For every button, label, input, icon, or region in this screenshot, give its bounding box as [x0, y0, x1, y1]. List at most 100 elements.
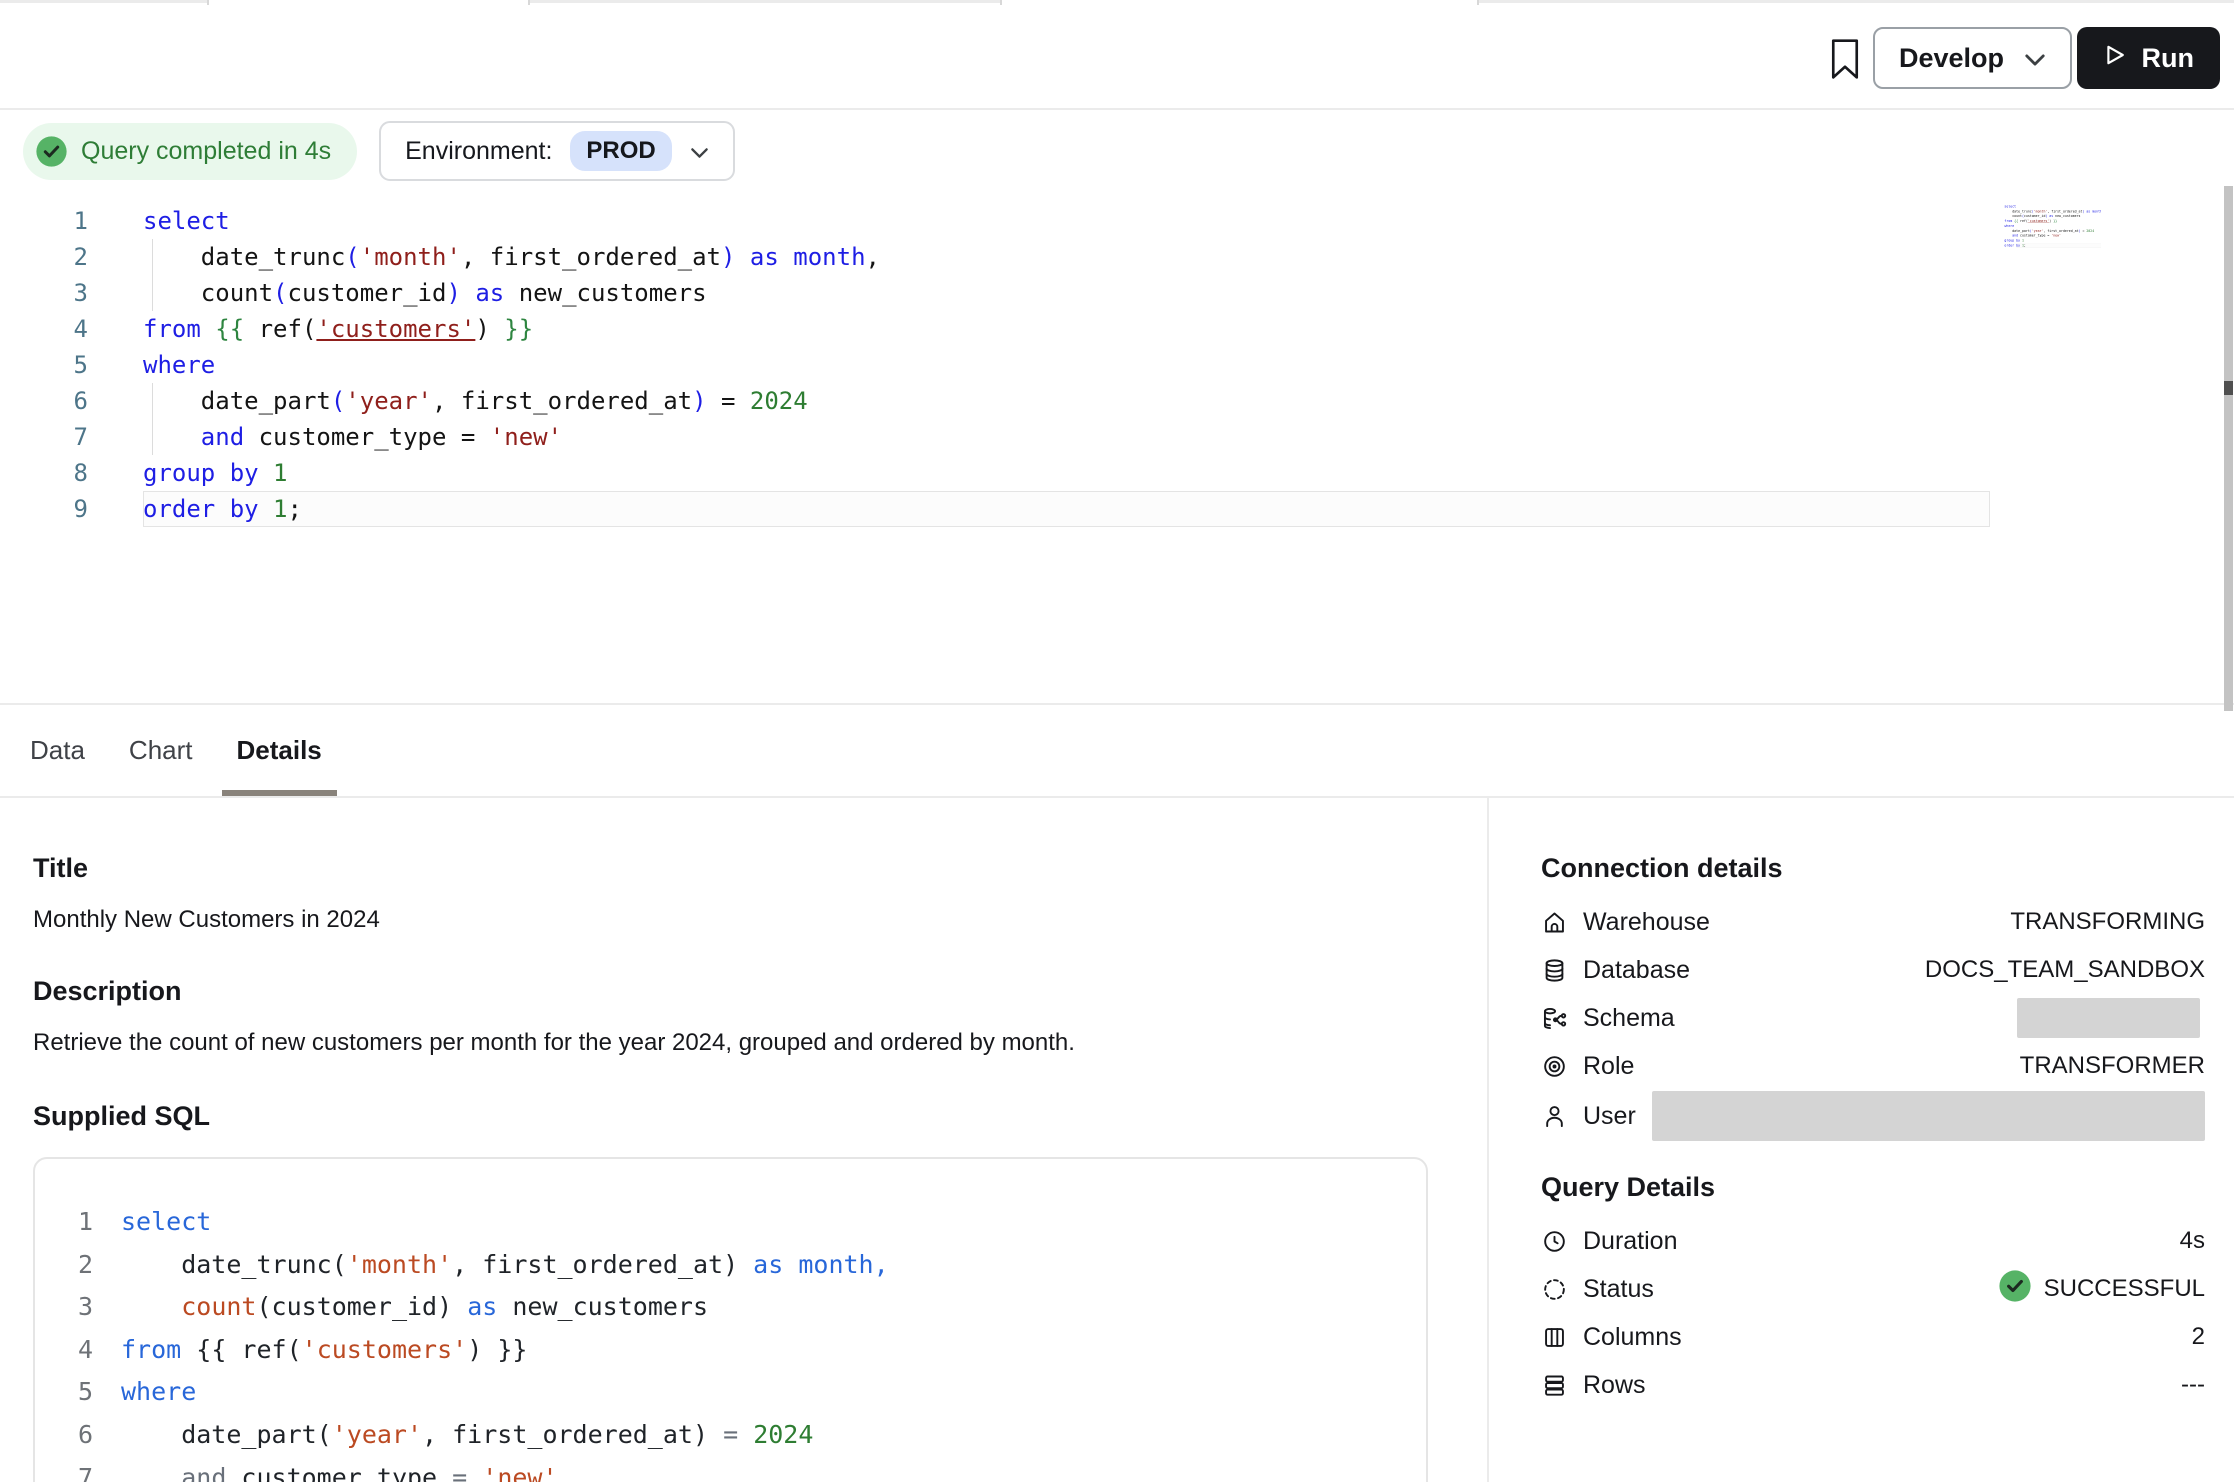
connection-details-heading: Connection details [1541, 853, 2205, 884]
row-label: Columns [1583, 1323, 1682, 1352]
line-number: 4 [0, 311, 88, 347]
results-tabs: Data Chart Details [0, 705, 2234, 798]
supplied-sql-code-block: 1select2 date_trunc('month', first_order… [33, 1157, 1428, 1482]
query-status-text: Query completed in 4s [81, 137, 331, 166]
play-icon [2103, 43, 2127, 74]
title-value: Monthly New Customers in 2024 [33, 906, 1487, 934]
row-label: Database [1583, 956, 1690, 985]
environment-label: Environment: [405, 137, 552, 166]
supplied-sql-line: 5where [35, 1371, 1426, 1414]
line-number: 5 [35, 1371, 93, 1414]
supplied-sql-line: 2 date_trunc('month', first_ordered_at) … [35, 1244, 1426, 1287]
supplied-sql-heading: Supplied SQL [33, 1101, 1487, 1132]
row-label: Status [1583, 1275, 1654, 1304]
row-value: --- [2181, 1371, 2205, 1399]
tab-details[interactable]: Details [237, 705, 322, 796]
columns-icon [1541, 1324, 1568, 1351]
query-status-badge: Query completed in 4s [23, 123, 357, 180]
editor-code-line: 2 date_trunc('month', first_ordered_at) … [0, 239, 2234, 275]
row-value: 2 [2192, 1323, 2205, 1351]
line-number: 5 [0, 347, 88, 383]
develop-label: Develop [1899, 43, 2004, 74]
line-number: 6 [0, 383, 88, 419]
warehouse-icon [1541, 909, 1568, 936]
query-detail-row: Duration 4s [1541, 1217, 2205, 1265]
editor-lines: 1select2 date_trunc('month', first_order… [0, 203, 2234, 527]
active-line-highlight [2016, 243, 2101, 248]
title-heading: Title [33, 853, 1487, 884]
line-number: 2 [0, 239, 88, 275]
run-button[interactable]: Run [2077, 27, 2220, 89]
query-detail-row: Columns 2 [1541, 1313, 2205, 1361]
supplied-sql-line: 6 date_part('year', first_ordered_at) = … [35, 1414, 1426, 1457]
row-value: TRANSFORMING [2010, 908, 2205, 936]
row-value: DOCS_TEAM_SANDBOX [1925, 956, 2205, 984]
check-circle-icon [35, 135, 68, 168]
editor-code-line: 8group by 1 [0, 455, 2234, 491]
line-number: 3 [35, 1286, 93, 1329]
connection-row: Database DOCS_TEAM_SANDBOX [1541, 946, 2205, 994]
query-detail-row: Status SUCCESSFUL [1541, 1265, 2205, 1313]
environment-value-pill: PROD [570, 131, 671, 171]
connection-row: Warehouse TRANSFORMING [1541, 898, 2205, 946]
supplied-sql-line: 1select [35, 1201, 1426, 1244]
editor-code-line: 7 and customer_type = 'new' [0, 419, 2234, 455]
supplied-sql-line: 4from {{ ref('customers') }} [35, 1329, 1426, 1372]
query-status-bar: Query completed in 4s Environment: PROD [0, 110, 2234, 192]
database-icon [1541, 957, 1568, 984]
line-number: 8 [0, 455, 88, 491]
clock-icon [1541, 1228, 1568, 1255]
run-label: Run [2142, 43, 2194, 74]
line-number: 4 [35, 1329, 93, 1372]
chevron-down-icon [690, 137, 709, 166]
supplied-sql-line: 3 count(customer_id) as new_customers [35, 1286, 1426, 1329]
sql-code-editor[interactable]: 1select2 date_trunc('month', first_order… [0, 192, 2234, 705]
connection-details-panel: Connection details Warehouse TRANSFORMING… [1487, 798, 2234, 1482]
row-label: Role [1583, 1052, 1634, 1081]
details-panel: Title Monthly New Customers in 2024 Desc… [0, 798, 1487, 1482]
line-number: 7 [0, 419, 88, 455]
active-line-highlight [143, 491, 1990, 527]
line-number: 2 [35, 1244, 93, 1287]
editor-code-line: 4from {{ ref('customers') }} [0, 311, 2234, 347]
editor-scrollbar[interactable] [2224, 186, 2233, 711]
description-heading: Description [33, 976, 1487, 1007]
row-label: User [1583, 1102, 1636, 1131]
rows-icon [1541, 1372, 1568, 1399]
line-number: 9 [0, 491, 88, 527]
redacted-value [2017, 998, 2200, 1038]
editor-code-line: 6 date_part('year', first_ordered_at) = … [0, 383, 2234, 419]
row-label: Duration [1583, 1227, 1678, 1256]
line-number: 6 [35, 1414, 93, 1457]
row-value: 4s [2180, 1227, 2205, 1255]
toolbar-header: Develop Run [0, 5, 2234, 110]
query-detail-row: Rows --- [1541, 1361, 2205, 1409]
line-number: 1 [0, 203, 88, 239]
row-label: Schema [1583, 1004, 1675, 1033]
connection-row: User [1541, 1090, 2205, 1142]
user-icon [1541, 1103, 1568, 1130]
editor-code-line: 9order by 1; [0, 491, 2234, 527]
row-value: SUCCESSFUL [1998, 1269, 2205, 1310]
scrollbar-thumb[interactable] [2224, 381, 2233, 395]
schema-icon [1541, 1005, 1568, 1032]
editor-minimap[interactable]: select date_trunc('month', first_ordered… [1997, 204, 2101, 254]
develop-dropdown-button[interactable]: Develop [1873, 27, 2072, 89]
description-value: Retrieve the count of new customers per … [33, 1029, 1487, 1057]
supplied-sql-line: 7 and customer_type = 'new' [35, 1457, 1426, 1482]
row-label: Rows [1583, 1371, 1646, 1400]
role-icon [1541, 1053, 1568, 1080]
line-number: 3 [0, 275, 88, 311]
editor-code-line: 3 count(customer_id) as new_customers [0, 275, 2234, 311]
query-details-heading: Query Details [1541, 1172, 2205, 1203]
success-check-icon [1998, 1269, 2032, 1310]
tab-chart[interactable]: Chart [129, 705, 193, 796]
environment-selector[interactable]: Environment: PROD [379, 121, 735, 181]
tab-data[interactable]: Data [30, 705, 85, 796]
row-label: Warehouse [1583, 908, 1710, 937]
connection-row: Schema [1541, 994, 2205, 1042]
status-icon [1541, 1276, 1568, 1303]
bookmark-icon[interactable] [1828, 37, 1862, 81]
chevron-down-icon [2024, 43, 2046, 74]
connection-row: RoleTRANSFORMER [1541, 1042, 2205, 1090]
